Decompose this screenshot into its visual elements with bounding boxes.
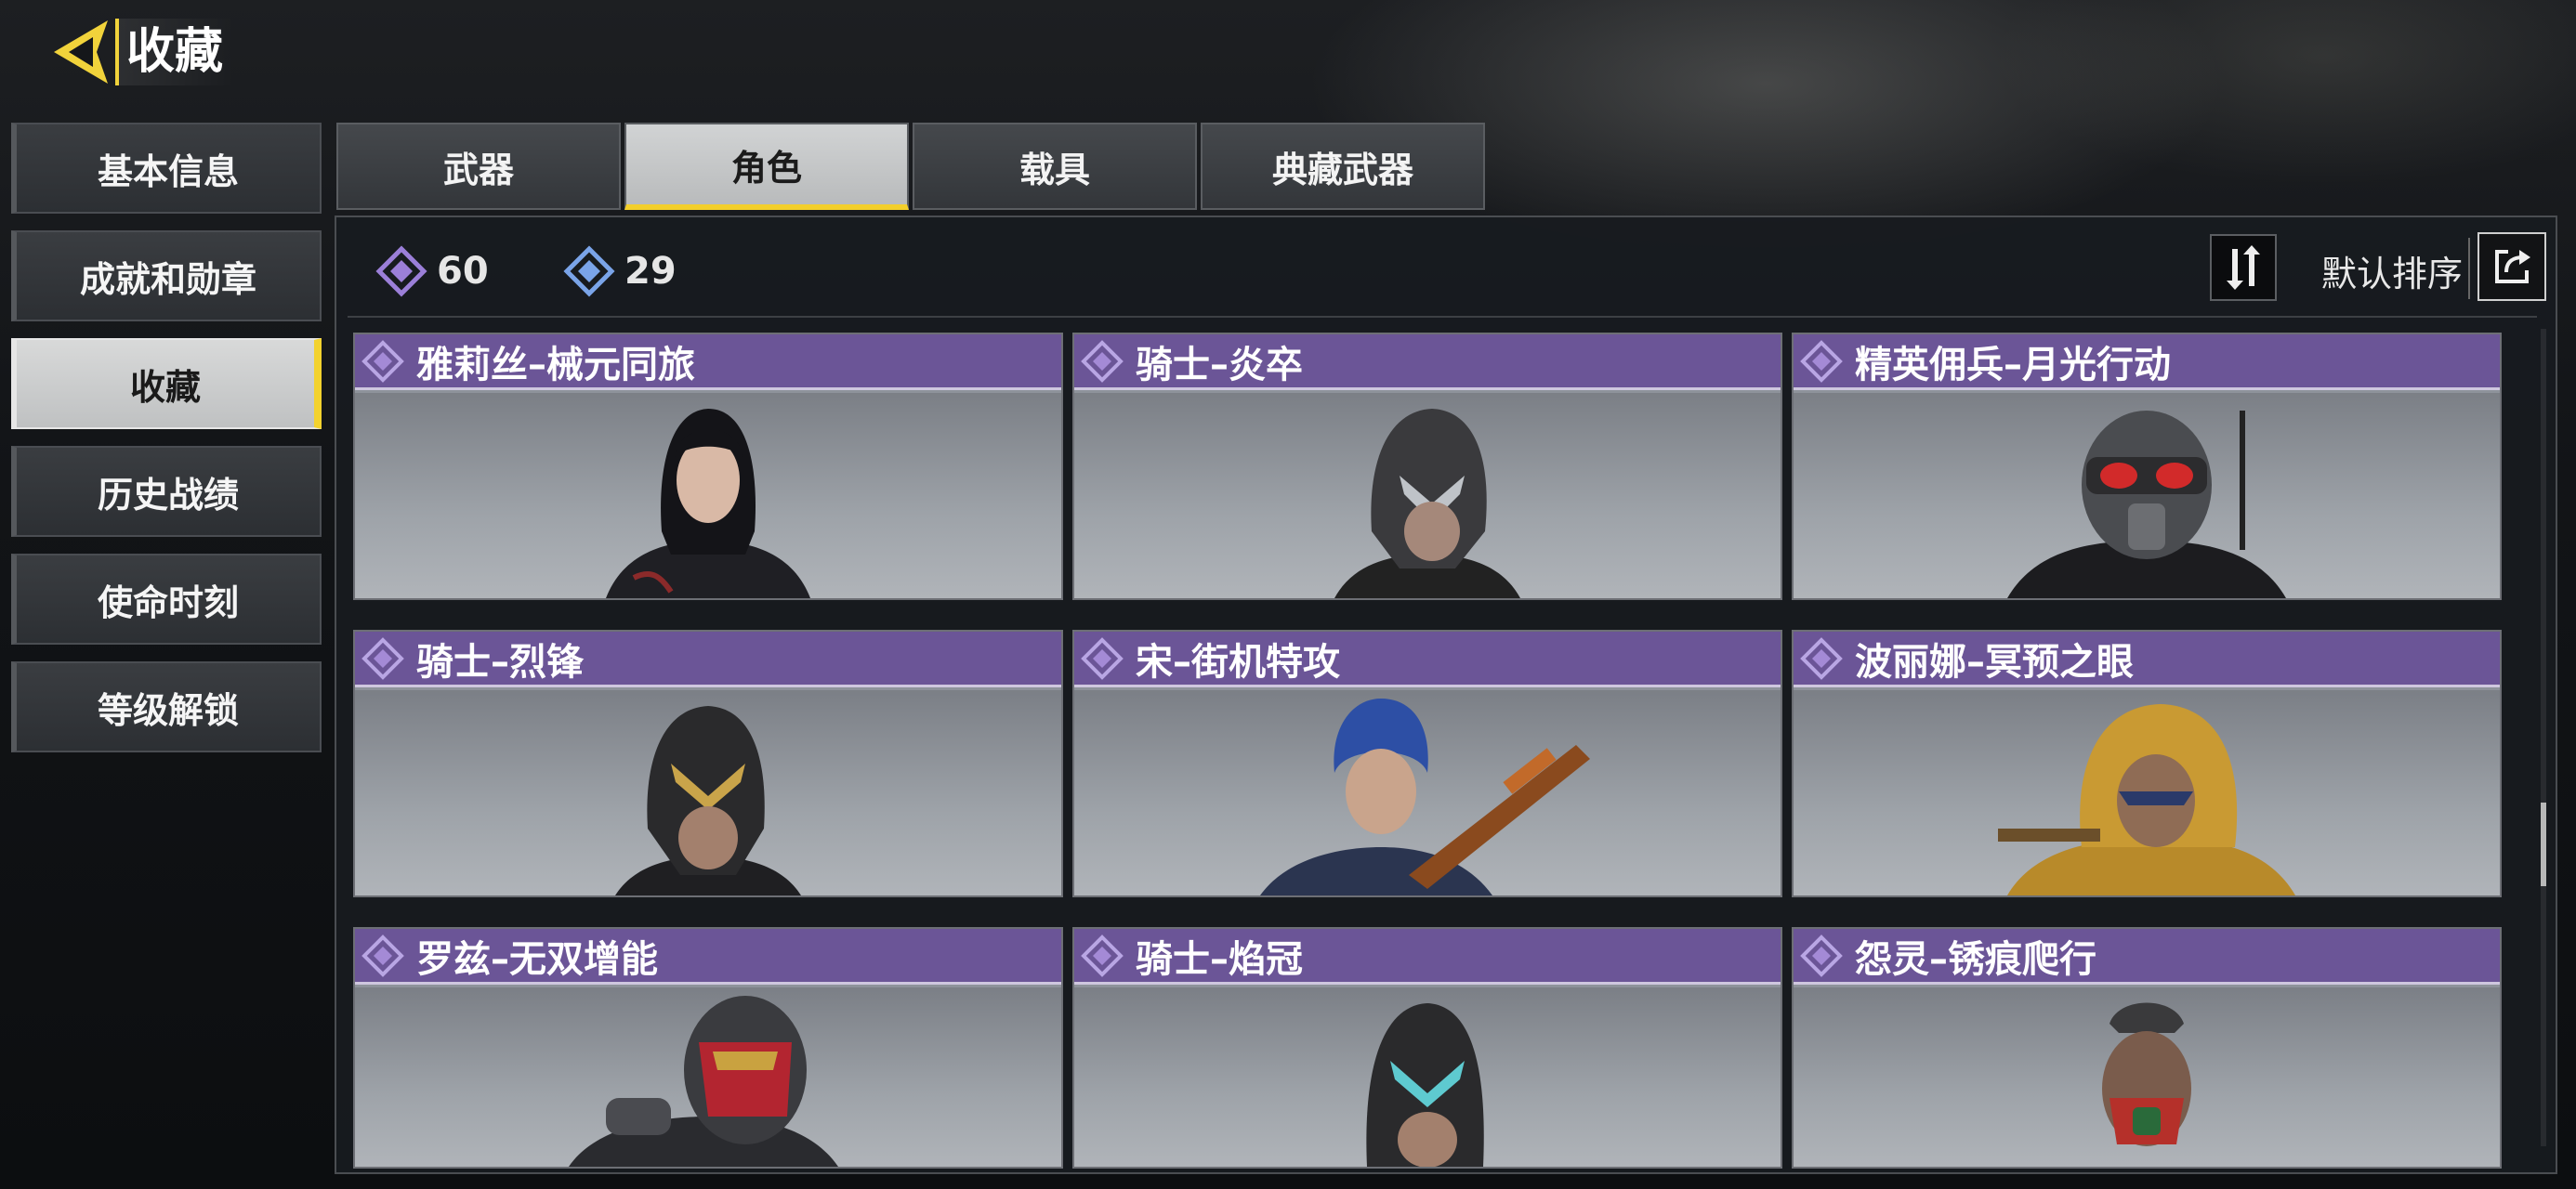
card-header: 骑士–烈锋 — [355, 632, 1061, 687]
character-card[interactable]: 骑士–焰冠 — [1072, 927, 1782, 1169]
helmet-figure-icon — [1334, 409, 1520, 598]
hooded-figure-icon — [1998, 704, 2295, 895]
sidebar-item-mission-moments[interactable]: 使命时刻 — [11, 554, 322, 645]
tab-weapons[interactable]: 武器 — [336, 123, 621, 210]
card-name: 骑士–炎卒 — [1136, 343, 1303, 386]
card-name: 怨灵–锈痕爬行 — [1855, 937, 2096, 981]
tab-label: 武器 — [442, 149, 514, 190]
tab-legendary-weapons[interactable]: 典藏武器 — [1201, 123, 1485, 210]
sidebar-item-level-unlock[interactable]: 等级解锁 — [11, 661, 322, 752]
sort-arrows-icon — [2227, 245, 2260, 290]
card-header: 罗兹–无双增能 — [355, 929, 1061, 985]
helmet-figure-icon — [1366, 1003, 1484, 1167]
character-card[interactable]: 骑士–炎卒 — [1072, 333, 1782, 600]
diamond-gem-icon — [1800, 934, 1843, 977]
character-card[interactable]: 波丽娜–冥预之眼 — [1792, 630, 2502, 897]
character-card[interactable]: 宋–街机特攻 — [1072, 630, 1782, 897]
tab-label: 载具 — [1019, 149, 1090, 190]
diamond-gem-icon — [1081, 339, 1124, 383]
character-with-gun-icon — [1260, 699, 1590, 895]
gasmask-figure-icon — [2007, 411, 2286, 598]
sidebar-item-label: 基本信息 — [97, 150, 239, 192]
blue-gem-icon — [563, 245, 615, 297]
card-name: 波丽娜–冥预之眼 — [1855, 640, 2134, 684]
currency-purple-value: 60 — [437, 250, 489, 293]
diamond-gem-icon — [361, 934, 404, 977]
divider — [2468, 238, 2470, 299]
sidebar-item-label: 使命时刻 — [97, 581, 239, 623]
share-button[interactable] — [2477, 232, 2546, 301]
masked-figure-icon — [2102, 1002, 2191, 1146]
back-arrow-icon — [54, 20, 108, 84]
tab-label: 典藏武器 — [1271, 149, 1413, 190]
sidebar-item-achievements[interactable]: 成就和勋章 — [11, 230, 322, 321]
character-portrait — [1794, 987, 2500, 1167]
card-header: 波丽娜–冥预之眼 — [1794, 632, 2500, 687]
scrollbar-track[interactable] — [2541, 329, 2546, 1146]
sidebar-item-collection[interactable]: 收藏 — [11, 338, 322, 429]
card-header: 骑士–焰冠 — [1074, 929, 1781, 985]
collection-panel: 60 29 默认排序 雅莉丝–械元同旅 骑士–炎卒 精英佣兵–月光行动 骑士–烈… — [335, 216, 2557, 1174]
character-portrait — [1074, 987, 1781, 1167]
diamond-gem-icon — [361, 339, 404, 383]
card-header: 雅莉丝–械元同旅 — [355, 334, 1061, 390]
character-card[interactable]: 怨灵–锈痕爬行 — [1792, 927, 2502, 1169]
page-title-wrap: 收藏 — [115, 19, 235, 85]
character-card[interactable]: 骑士–烈锋 — [353, 630, 1063, 897]
divider — [348, 316, 2537, 318]
sidebar-item-label: 等级解锁 — [97, 689, 239, 731]
character-portrait — [1074, 690, 1781, 895]
helmet-figure-icon — [615, 706, 801, 895]
card-name: 罗兹–无双增能 — [416, 937, 658, 981]
card-name: 骑士–焰冠 — [1136, 937, 1303, 981]
page-title: 收藏 — [126, 24, 224, 80]
character-card[interactable]: 精英佣兵–月光行动 — [1792, 333, 2502, 600]
card-name: 骑士–烈锋 — [416, 640, 584, 684]
sidebar-item-history[interactable]: 历史战绩 — [11, 446, 322, 537]
character-portrait — [1794, 690, 2500, 895]
card-header: 宋–街机特攻 — [1074, 632, 1781, 687]
card-header: 怨灵–锈痕爬行 — [1794, 929, 2500, 985]
currency-purple: 60 — [375, 243, 489, 299]
card-name: 精英佣兵–月光行动 — [1855, 343, 2171, 386]
tab-vehicles[interactable]: 载具 — [913, 123, 1197, 210]
sidebar-item-basic-info[interactable]: 基本信息 — [11, 123, 322, 214]
sidebar-item-label: 成就和勋章 — [79, 258, 256, 300]
purple-gem-icon — [375, 245, 427, 297]
diamond-gem-icon — [1081, 636, 1124, 680]
sidebar-item-label: 历史战绩 — [97, 474, 239, 516]
character-figure-icon — [606, 409, 810, 598]
currency-blue: 29 — [563, 243, 677, 299]
sort-label[interactable]: 默认排序 — [2321, 245, 2463, 296]
character-card[interactable]: 雅莉丝–械元同旅 — [353, 333, 1063, 600]
character-portrait — [355, 393, 1061, 598]
card-name: 雅莉丝–械元同旅 — [416, 343, 695, 386]
diamond-gem-icon — [1800, 636, 1843, 680]
diamond-gem-icon — [1800, 339, 1843, 383]
sidebar-item-label: 收藏 — [129, 366, 201, 408]
scrollbar-thumb[interactable] — [2541, 803, 2546, 886]
back-button[interactable] — [48, 17, 113, 87]
character-portrait — [1074, 393, 1781, 598]
masked-figure-icon — [569, 996, 838, 1167]
card-name: 宋–街机特攻 — [1136, 640, 1340, 684]
card-header: 骑士–炎卒 — [1074, 334, 1781, 390]
diamond-gem-icon — [1081, 934, 1124, 977]
character-portrait — [1794, 393, 2500, 598]
character-card[interactable]: 罗兹–无双增能 — [353, 927, 1063, 1169]
card-header: 精英佣兵–月光行动 — [1794, 334, 2500, 390]
character-portrait — [355, 690, 1061, 895]
currency-blue-value: 29 — [624, 250, 677, 293]
diamond-gem-icon — [361, 636, 404, 680]
sort-order-button[interactable] — [2210, 234, 2277, 301]
share-icon — [2495, 250, 2530, 283]
tab-label: 角色 — [730, 147, 802, 189]
character-portrait — [355, 987, 1061, 1167]
tab-characters[interactable]: 角色 — [624, 123, 909, 210]
